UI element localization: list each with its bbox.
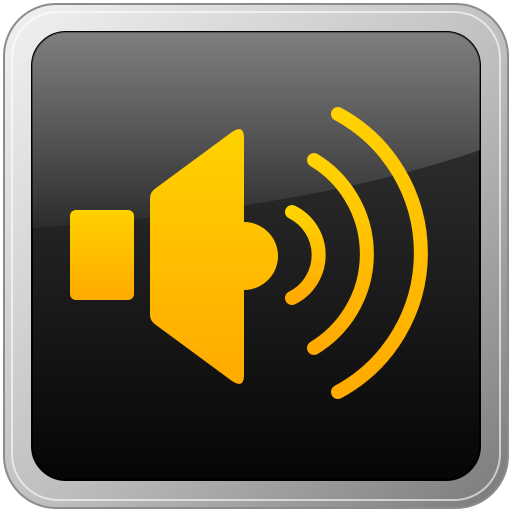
- speaker-icon-graphic: [3, 3, 509, 509]
- volume-button[interactable]: [0, 0, 512, 512]
- speaker-base: [70, 210, 134, 300]
